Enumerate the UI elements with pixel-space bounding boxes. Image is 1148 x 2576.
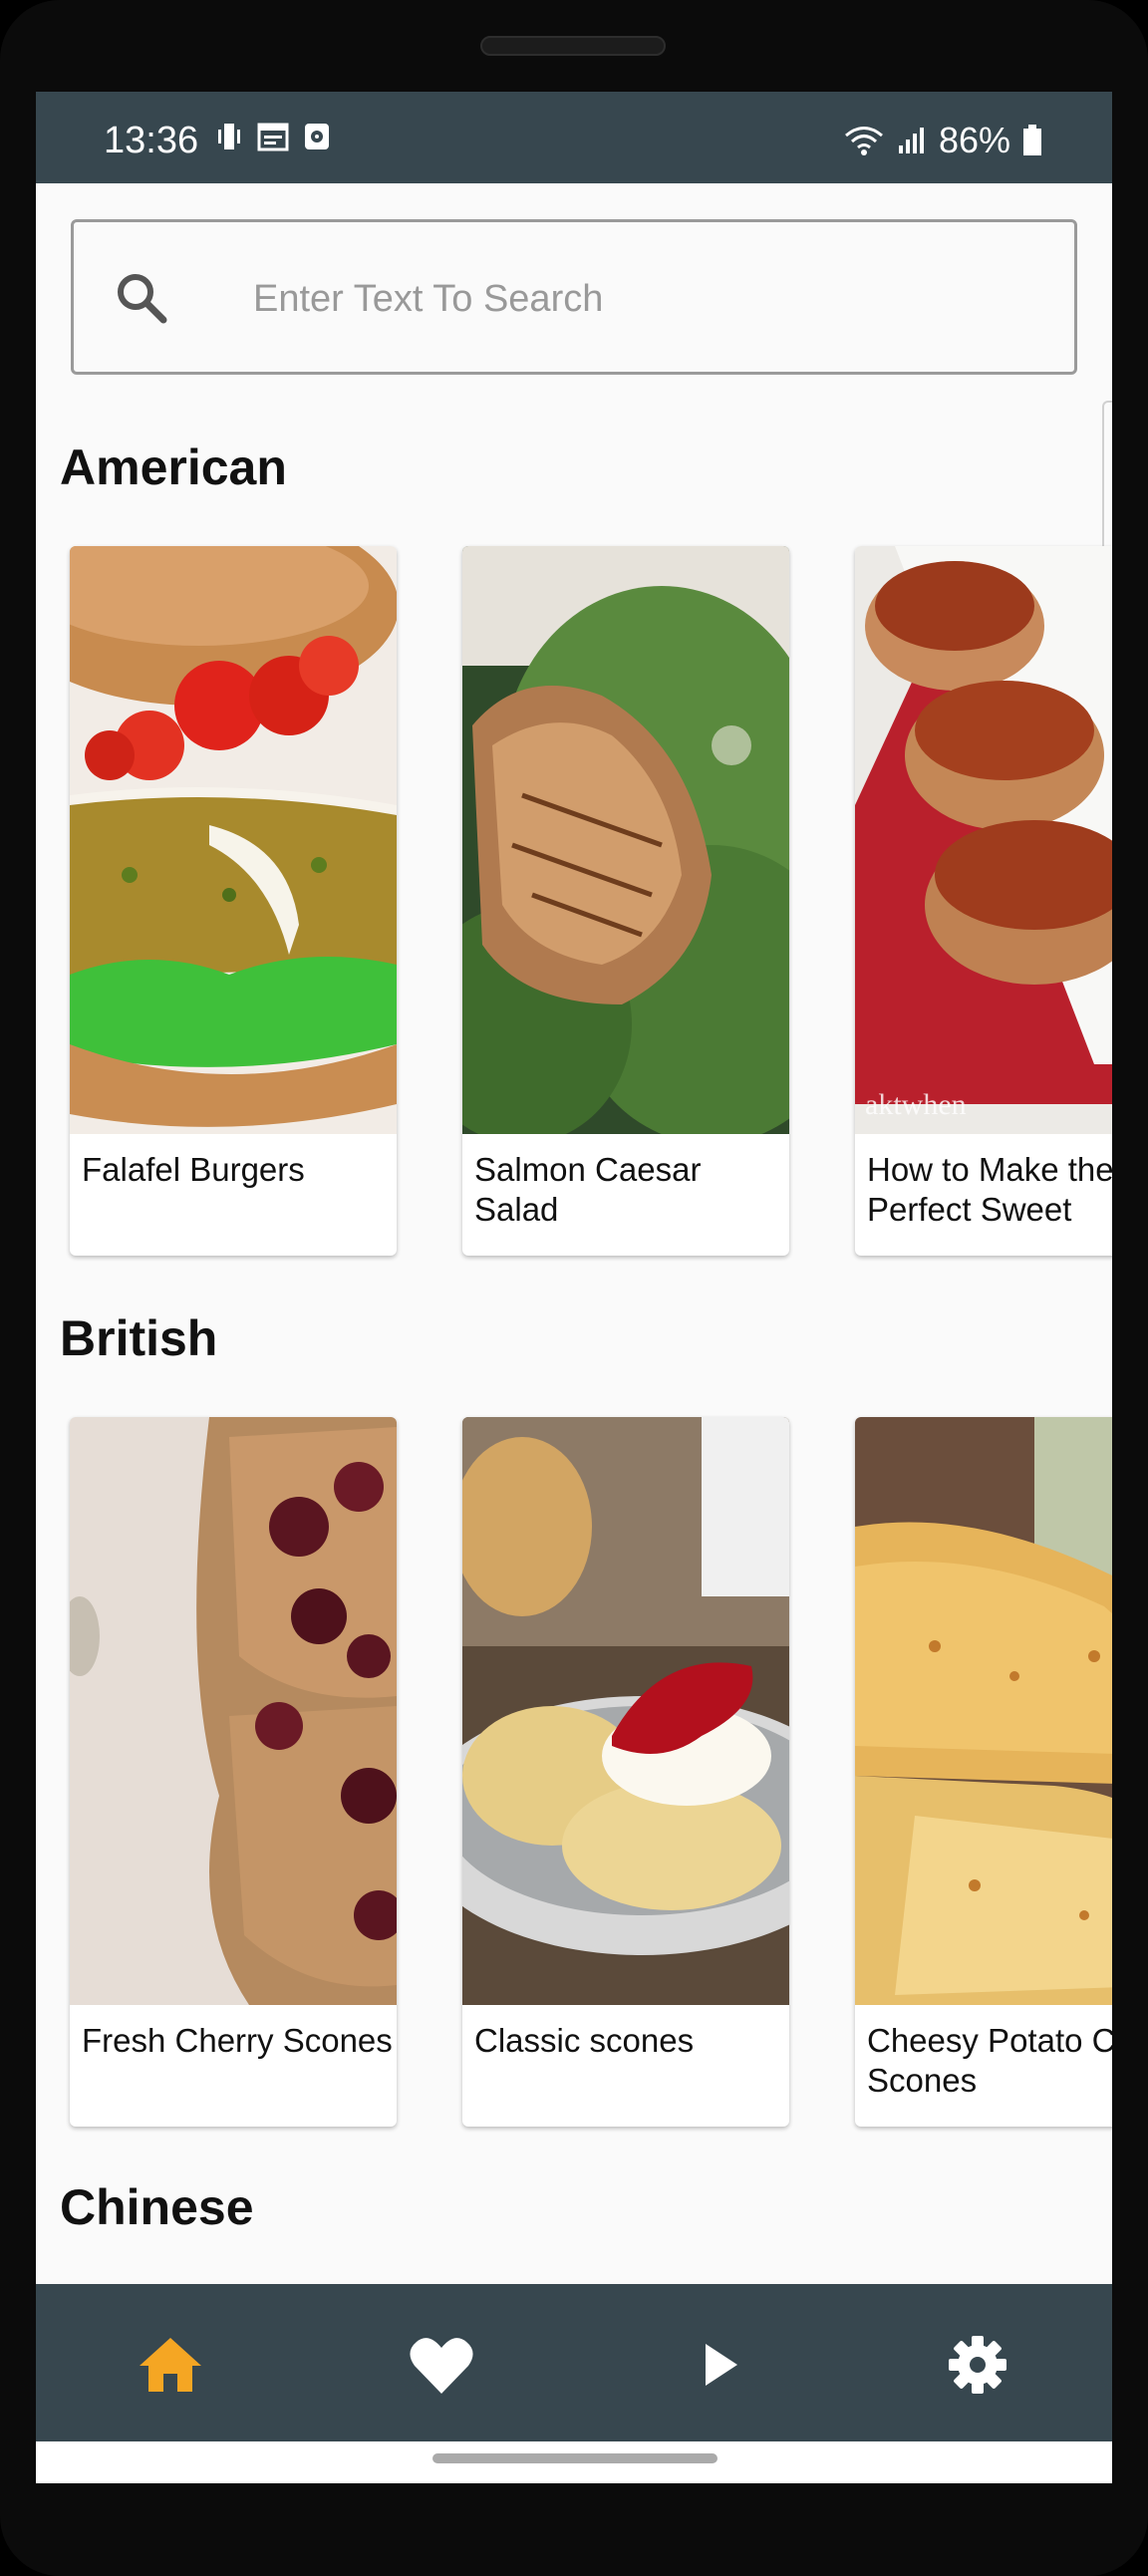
recipe-image-cheesy-potato-scones (855, 1417, 1112, 2005)
search-bar[interactable]: Enter Text To Search (71, 219, 1077, 375)
gesture-bar-area (36, 2441, 1112, 2483)
recipe-card[interactable]: Cheesy Potato Cc Scones (855, 1417, 1112, 2127)
recipe-title: Falafel Burgers (82, 1151, 305, 1188)
recipe-card[interactable]: Salmon Caesar Salad (462, 546, 789, 1256)
app-screen: 13:36 86% Enter Text To Search American … (36, 92, 1112, 2483)
home-icon[interactable] (136, 2334, 205, 2396)
phone-frame: 13:36 86% Enter Text To Search American … (0, 0, 1148, 2576)
search-input[interactable]: Enter Text To Search (253, 278, 603, 321)
section-title-chinese: Chinese (60, 2179, 254, 2235)
wifi-icon (844, 127, 883, 155)
recipe-card[interactable]: Classic scones (462, 1417, 789, 2127)
signal-icon (898, 128, 924, 153)
recipe-image-classic-scones (462, 1417, 789, 2005)
recipe-card[interactable]: Falafel Burgers (70, 546, 397, 1256)
recipe-card[interactable]: aktwhen How to Make the Perfect Sweet (855, 546, 1112, 1256)
recipe-row-british: Fresh Cherry Scones Classic scones Chees… (70, 1417, 1112, 2135)
svg-text:aktwhen: aktwhen (865, 1088, 967, 1121)
vibrate-icon (218, 124, 240, 149)
section-title-american: American (60, 439, 287, 495)
recorder-icon (305, 124, 329, 149)
search-icon (118, 274, 167, 324)
status-system-icons: 86% (843, 120, 1042, 161)
recipe-title: Classic scones (474, 2022, 695, 2059)
calendar-icon (257, 123, 289, 151)
recipe-image-sweet-potato: aktwhen (855, 546, 1112, 1134)
recipe-image-falafel-burgers (70, 546, 397, 1134)
recipe-title: Salmon Caesar Salad (474, 1151, 702, 1228)
home-indicator[interactable] (432, 2453, 718, 2463)
recipe-title: How to Make the Perfect Sweet (867, 1151, 1112, 1228)
status-notification-icons (215, 122, 331, 151)
recipe-image-fresh-cherry-scones (70, 1417, 397, 2005)
battery-icon (1023, 125, 1041, 155)
play-icon[interactable] (684, 2334, 753, 2396)
recipe-title: Fresh Cherry Scones (82, 2022, 393, 2059)
status-bar: 13:36 86% (36, 92, 1112, 183)
battery-percentage: 86% (938, 120, 1010, 160)
recipe-image-salmon-caesar-salad (462, 546, 789, 1134)
phone-speaker (480, 36, 666, 56)
recipe-card[interactable]: Fresh Cherry Scones (70, 1417, 397, 2127)
status-time: 13:36 (104, 120, 199, 161)
recipe-row-american: Falafel Burgers Salmon Caesar Salad aktw… (70, 546, 1112, 1264)
heart-icon[interactable] (407, 2334, 476, 2396)
gear-icon[interactable] (943, 2334, 1012, 2396)
section-title-british: British (60, 1310, 218, 1366)
recipe-title: Cheesy Potato Cc Scones (867, 2022, 1112, 2099)
bottom-navigation (36, 2284, 1112, 2441)
